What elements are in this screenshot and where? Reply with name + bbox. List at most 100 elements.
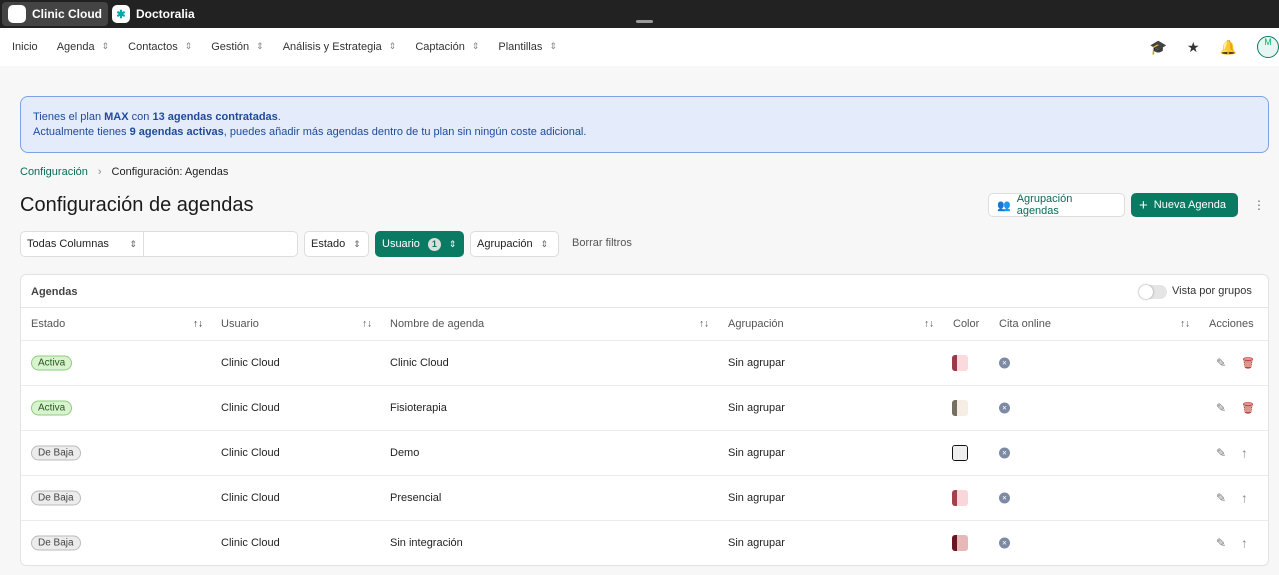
chevron-updown-icon: ⇕ [101, 41, 110, 51]
close-circle-icon: × [999, 402, 1010, 414]
nav-item[interactable]: Agenda ⇕ [57, 41, 109, 53]
nav-item[interactable]: Captación ⇕ [415, 41, 479, 53]
column-select[interactable]: Todas Columnas ⇕ [20, 231, 144, 257]
table-row[interactable]: Activa Clinic Cloud Clinic Cloud Sin agr… [21, 341, 1268, 386]
breadcrumb-link-configuracion[interactable]: Configuración [20, 166, 88, 178]
chevron-updown-icon: ⇕ [256, 41, 264, 51]
chevron-updown-icon: ⇕ [471, 41, 480, 51]
header-cita-online[interactable]: Cita online [999, 318, 1051, 330]
sort-icon[interactable]: ↑↓ [699, 319, 709, 330]
edit-icon[interactable]: ✎ [1216, 491, 1226, 505]
breadcrumb-current: Configuración: Agendas [111, 166, 229, 178]
chevron-updown-icon: ⇕ [448, 238, 457, 249]
table-row[interactable]: De Baja Clinic Cloud Presencial Sin agru… [21, 476, 1268, 521]
agrupacion-cell: Sin agrupar [728, 357, 785, 369]
status-badge: De Baja [31, 445, 81, 461]
chevron-right-icon: › [97, 166, 102, 178]
nombre-cell: Fisioterapia [390, 402, 447, 414]
table-row[interactable]: Activa Clinic Cloud Fisioterapia Sin agr… [21, 386, 1268, 431]
header-color: Color [953, 318, 980, 330]
arrow-up-icon[interactable]: ↑ [1241, 536, 1248, 551]
agendas-table: Agendas Vista por grupos Estado ↑↓ Usuar… [20, 274, 1269, 566]
drag-handle[interactable] [636, 20, 653, 23]
header-usuario[interactable]: Usuario [221, 318, 259, 330]
nombre-cell: Clinic Cloud [390, 357, 449, 369]
agrupacion-cell: Sin agrupar [728, 492, 785, 504]
nav-item[interactable]: Gestión ⇕ [211, 41, 263, 53]
edit-icon[interactable]: ✎ [1216, 356, 1226, 370]
usuario-cell: Clinic Cloud [221, 447, 280, 459]
graduation-cap-icon[interactable]: 🎓 [1150, 39, 1167, 56]
usuario-cell: Clinic Cloud [221, 537, 280, 549]
sort-icon[interactable]: ↑↓ [1180, 319, 1190, 330]
more-options-icon[interactable]: ⋮ [1253, 198, 1265, 212]
app-tab-clinic-cloud[interactable]: ☁ Clinic Cloud [2, 2, 108, 26]
main-nav: Inicio Agenda ⇕ Contactos ⇕ Gestión ⇕ Análisis … [0, 28, 1279, 66]
star-comment-icon[interactable]: ★ [1187, 39, 1200, 56]
agrupacion-cell: Sin agrupar [728, 447, 785, 459]
nombre-cell: Sin integración [390, 537, 463, 549]
nombre-cell: Presencial [390, 492, 442, 504]
group-view-toggle[interactable] [1139, 285, 1167, 299]
chevron-updown-icon: ⇕ [353, 238, 361, 249]
header-estado[interactable]: Estado [31, 318, 65, 330]
delete-icon[interactable]: 🗑 [1241, 357, 1255, 370]
chevron-updown-icon: ⇕ [540, 238, 549, 249]
header-nombre[interactable]: Nombre de agenda [390, 318, 484, 330]
bell-icon[interactable]: 🔔 [1220, 39, 1237, 56]
plan-info-banner: Tienes el plan MAX con 13 agendas contra… [20, 96, 1269, 153]
cloud-icon: ☁ [8, 5, 26, 23]
color-swatch [952, 355, 968, 371]
clear-filters-link[interactable]: Borrar filtros [572, 237, 632, 249]
agrupacion-filter[interactable]: Agrupación ⇕ [470, 231, 559, 257]
edit-icon[interactable]: ✎ [1216, 446, 1226, 460]
app-switcher-bar: ☁ Clinic Cloud ✱ Doctoralia [0, 0, 1279, 28]
edit-icon[interactable]: ✎ [1216, 401, 1226, 415]
close-circle-icon: × [999, 447, 1010, 459]
nav-item[interactable]: Plantillas ⇕ [498, 41, 557, 53]
color-swatch [952, 445, 968, 461]
delete-icon[interactable]: 🗑 [1241, 402, 1255, 415]
group-icon: 👥 [997, 199, 1011, 212]
color-swatch [952, 535, 968, 551]
filter-count-badge: 1 [427, 237, 441, 251]
agrupacion-agendas-button[interactable]: 👥 Agrupación agendas [988, 193, 1125, 217]
nav-item[interactable]: Análisis y Estrategia ⇕ [283, 41, 397, 53]
sort-icon[interactable]: ↑↓ [362, 319, 372, 330]
estado-filter[interactable]: Estado ⇕ [304, 231, 369, 257]
color-swatch [952, 400, 968, 416]
app-tab-doctoralia[interactable]: ✱ Doctoralia [106, 2, 201, 26]
header-acciones: Acciones [1209, 318, 1254, 330]
table-row[interactable]: De Baja Clinic Cloud Sin integración Sin… [21, 521, 1268, 565]
agrupacion-cell: Sin agrupar [728, 537, 785, 549]
arrow-up-icon[interactable]: ↑ [1241, 446, 1248, 461]
status-badge: Activa [31, 355, 73, 371]
nav-item[interactable]: Inicio [12, 41, 38, 53]
usuario-cell: Clinic Cloud [221, 492, 280, 504]
agrupacion-cell: Sin agrupar [728, 402, 785, 414]
table-header: Estado ↑↓ Usuario ↑↓ Nombre de agenda ↑↓… [21, 308, 1268, 341]
table-row[interactable]: De Baja Clinic Cloud Demo Sin agrupar × … [21, 431, 1268, 476]
usuario-filter[interactable]: Usuario 1 ⇕ [375, 231, 464, 257]
chevron-updown-icon: ⇕ [184, 41, 193, 51]
nav-item[interactable]: Contactos ⇕ [128, 41, 192, 53]
search-input[interactable] [143, 231, 298, 257]
sort-asc-icon[interactable]: ↑↓ [193, 319, 203, 330]
status-badge: De Baja [31, 490, 81, 506]
plus-icon: + [1139, 196, 1148, 214]
arrow-up-icon[interactable]: ↑ [1241, 491, 1248, 506]
nueva-agenda-button[interactable]: + Nueva Agenda [1131, 193, 1238, 217]
status-badge: De Baja [31, 535, 81, 551]
doctoralia-icon: ✱ [112, 5, 130, 23]
chevron-updown-icon: ⇕ [388, 41, 397, 51]
sort-icon[interactable]: ↑↓ [924, 319, 934, 330]
breadcrumb: Configuración › Configuración: Agendas [20, 166, 228, 178]
close-circle-icon: × [999, 537, 1010, 549]
chevron-updown-icon: ⇕ [129, 238, 137, 249]
nombre-cell: Demo [390, 447, 420, 459]
table-title: Agendas [31, 286, 78, 298]
header-agrupacion[interactable]: Agrupación [728, 318, 784, 330]
close-circle-icon: × [999, 492, 1010, 504]
avatar[interactable]: M [1257, 36, 1279, 58]
edit-icon[interactable]: ✎ [1216, 536, 1226, 550]
